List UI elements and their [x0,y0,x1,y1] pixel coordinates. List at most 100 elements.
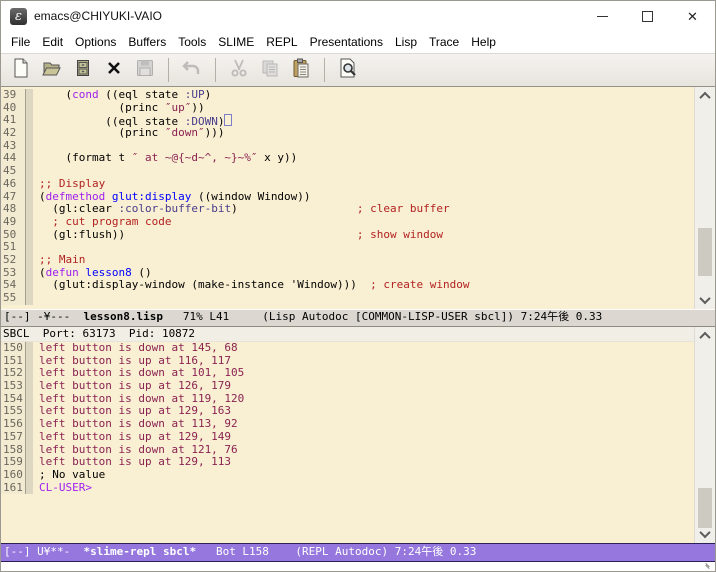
buffer-line: 54 (glut:display-window (make-instance '… [1,278,715,292]
line-number: 160 [1,468,26,482]
modeline-lesson8: [--] -¥--- lesson8.lisp 71% L41 (Lisp Au… [1,309,715,327]
repl-buffer[interactable]: SBCL Port: 63173 Pid: 10872 150 left butt… [1,327,715,543]
buffer-line: 159 left button is up at 129, 113 [1,455,715,469]
modeline-text: [--] U¥**- [4,545,84,558]
buffer-line: 44 (format t ″ at ~@{~d~^, ~}~%″ x y)) [1,151,715,166]
modeline-text: Bot L158 (REPL Autodoc) 7:24午後 0.33 [196,545,477,558]
fringe [26,405,33,419]
line-number: 46 [1,177,26,191]
menu-edit[interactable]: Edit [36,33,69,51]
buffer-line: 40 (princ ″up″)) [1,101,715,115]
fringe [26,443,33,457]
hollow-cursor [224,114,233,127]
paste-icon [289,56,313,85]
fringe [26,152,33,166]
line-number: 49 [1,215,26,229]
minimize-icon [597,15,608,17]
menu-slime[interactable]: SLIME [212,33,260,51]
emacs-window: ε emacs@CHIYUKI-VAIO ✕ File Edit Options Bu… [0,0,716,572]
close-button[interactable]: ✕ [670,1,715,31]
fringe [26,127,33,140]
modeline-slime-repl: [--] U¥**- *slime-repl sbcl* Bot L158 (R… [1,543,715,562]
fringe [26,228,33,242]
open-file-button[interactable] [39,57,65,83]
buffer-line: 55 [1,291,715,305]
fringe [26,266,33,280]
line-number: 48 [1,202,26,216]
fringe [26,139,33,153]
fringe [26,89,33,102]
line-number: 150 [1,341,26,355]
line-number: 45 [1,164,26,178]
cut-button [226,57,252,83]
line-text: CL-USER> [39,480,92,494]
toolbar-separator [215,58,216,82]
line-number: 52 [1,253,26,267]
fringe [26,114,33,128]
modeline-text: [--] -¥--- [4,310,84,323]
menu-repl[interactable]: REPL [260,33,303,51]
scrollbar-thumb[interactable] [698,488,712,528]
cut-icon [227,56,251,85]
menu-help[interactable]: Help [465,33,502,51]
fringe [26,215,33,229]
line-text: (glut:display-window (make-instance 'Win… [39,278,470,292]
line-text: (format t ″ at ~@{~d~^, ~}~%″ x y)) [39,151,298,165]
toolbar [1,53,715,87]
menu-buffers[interactable]: Buffers [122,33,172,51]
repl-scrollbar[interactable] [694,327,715,543]
menu-presentations[interactable]: Presentations [304,33,389,51]
new-file-button[interactable] [8,57,34,83]
paste-button[interactable] [288,57,314,83]
window-title: emacs@CHIYUKI-VAIO [34,9,162,23]
open-file-icon [40,56,64,85]
buffer-name: *slime-repl sbcl* [83,545,197,558]
fringe [26,342,33,355]
line-text: (princ ″down″))) [39,126,225,140]
menu-trace[interactable]: Trace [423,33,465,51]
scroll-down-arrow[interactable] [695,292,715,307]
undo-icon [180,56,204,85]
menu-tools[interactable]: Tools [172,33,212,51]
fringe [26,430,33,444]
line-number: 159 [1,455,26,469]
fringe [26,177,33,191]
dired-button[interactable] [70,57,96,83]
line-text [33,292,39,305]
code-buffer[interactable]: 39 (cond ((eql state :UP) 40 (princ ″up″)… [1,87,715,309]
save-buffer-icon [133,56,157,85]
line-number: 39 [1,88,26,102]
line-number: 157 [1,430,26,444]
menu-lisp[interactable]: Lisp [389,33,423,51]
menu-options[interactable]: Options [69,33,122,51]
minimize-button[interactable] [580,1,625,31]
line-number: 55 [1,291,26,305]
toolbar-separator [168,58,169,82]
buffer-name: lesson8.lisp [83,310,163,323]
buffer-line: 50 (gl:flush)) ; show window [1,228,715,242]
close-buffer-button[interactable] [101,57,127,83]
scrollbar-thumb[interactable] [698,228,712,276]
fringe [26,380,33,393]
fringe [26,279,33,292]
line-number: 153 [1,379,26,393]
code-scrollbar[interactable] [694,87,715,309]
search-button[interactable] [335,57,361,83]
emacs-app-icon: ε [10,7,27,25]
copy-button [257,57,283,83]
fringe [26,165,33,178]
new-file-icon [9,56,33,85]
maximize-button[interactable] [625,1,670,31]
fringe [26,292,33,305]
fringe [26,203,33,216]
fringe [26,481,33,495]
scroll-up-arrow[interactable] [695,89,715,104]
fringe [26,241,33,254]
scroll-up-arrow[interactable] [695,329,715,344]
scroll-down-arrow[interactable] [695,526,715,541]
line-number: 42 [1,126,26,140]
fringe [26,190,33,204]
menu-file[interactable]: File [5,33,36,51]
line-number: 161 [1,481,26,495]
minibuffer-scrollbar[interactable] [701,562,713,570]
